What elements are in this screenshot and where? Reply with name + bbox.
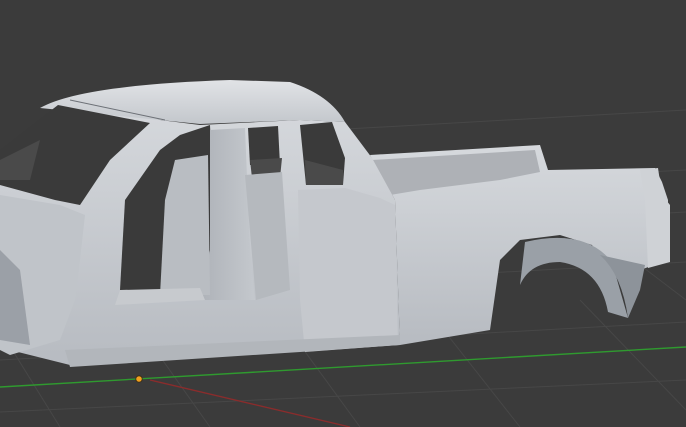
3d-viewport[interactable] [0,0,686,427]
truck-body-model[interactable] [0,80,670,367]
rear-door-panel[interactable] [298,188,398,352]
origin-point[interactable] [135,375,143,383]
viewport-canvas[interactable] [0,0,686,427]
